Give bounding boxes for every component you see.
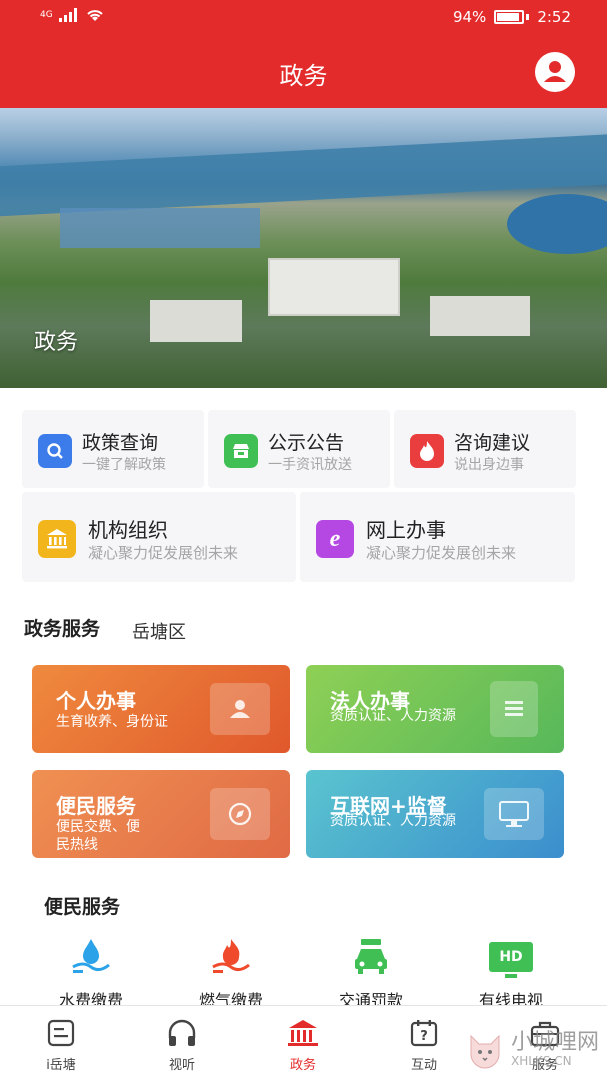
tab-i-yuetang[interactable]: i岳塘 [16,1016,106,1073]
banner-label: 政务 [34,330,79,355]
utility-traffic-fine[interactable]: 交通罚款 [306,935,436,1011]
quick-link-subtitle: 一手资讯放送 [268,457,352,473]
quick-link-title: 咨询建议 [454,432,531,454]
section-title-convenience: 便民服务 [44,896,121,918]
watermark-title: 小城哩网 [510,1030,599,1055]
quick-link-subtitle: 凝心聚力促发展创未来 [88,544,239,562]
profile-button[interactable] [535,52,575,92]
fox-logo-icon [470,1034,500,1069]
watermark-url: XHLKS.CN [510,1054,572,1068]
status-bar: 4G 94% 2:52 [0,0,607,34]
shop-icon [224,434,258,468]
quick-link-announcement[interactable]: 公示公告 一手资讯放送 [208,410,390,488]
search-icon [38,434,72,468]
quick-link-title: 网上办事 [366,518,446,542]
section-title-gov-services: 政务服务 [24,618,101,640]
battery-icon [494,10,525,24]
banner-roofs [60,208,260,248]
battery-percent: 94% [452,8,487,26]
banner-lake [507,194,607,254]
status-left: 4G [40,8,105,22]
institution-icon [38,520,76,558]
service-personal[interactable]: 个人办事 生育收养、身份证 [32,665,290,753]
quick-link-subtitle: 一键了解政策 [82,457,166,473]
hd-badge: HD [499,949,523,965]
service-desc: 便民交费、便民热线 [56,819,140,853]
watermark-text: 小城哩网 XHLKS.CN [510,1030,599,1069]
monitor-icon [484,788,544,840]
quick-link-policy[interactable]: 政策查询 一键了解政策 [22,410,204,488]
app-header: 4G 94% 2:52 政务 [0,0,607,108]
service-desc: 资质认证、人力资源 [330,813,456,829]
utility-cable-tv[interactable]: HD 有线电视 [446,935,576,1011]
service-legal-entity[interactable]: 法人办事 资质认证、人力资源 [306,665,564,753]
question-calendar-icon: ? [379,1016,469,1050]
quick-link-title: 公示公告 [268,432,345,454]
page-title: 政务 [279,62,328,90]
battery-tip [526,14,530,20]
user-icon [536,53,574,91]
home-list-icon [16,1016,106,1050]
water-drop-icon [26,935,156,979]
tab-label: i岳塘 [46,1058,76,1073]
banner-image[interactable]: 政务 [0,108,607,388]
fire-icon [410,434,444,468]
tab-interaction[interactable]: ? 互动 [379,1016,469,1073]
government-building-icon [258,1016,348,1050]
tab-media[interactable]: 视听 [137,1016,227,1073]
headphones-icon [137,1016,227,1050]
clock: 2:52 [537,8,571,26]
service-desc: 生育收养、身份证 [56,714,168,730]
quick-link-consult[interactable]: 咨询建议 说出身边事 [394,410,576,488]
hd-tv-icon: HD [446,935,576,979]
wifi-icon [87,10,103,21]
quick-link-online-affairs[interactable]: e 网上办事 凝心聚力促发展创未来 [300,492,575,582]
car-icon [306,935,436,979]
document-icon [490,681,538,737]
quick-link-subtitle: 说出身边事 [454,457,524,473]
gas-flame-icon [166,935,296,979]
region-selector[interactable]: 岳塘区 [132,618,186,644]
banner-building [150,300,242,342]
service-convenience[interactable]: 便民服务 便民交费、便民热线 [32,770,290,858]
quick-link-organization[interactable]: 机构组织 凝心聚力促发展创未来 [22,492,296,582]
signal-label: 4G [40,10,53,20]
tab-label: 视听 [168,1058,195,1073]
utility-gas[interactable]: 燃气缴费 [166,935,296,1011]
banner-building [430,296,530,336]
service-internet-supervision[interactable]: 互联网+监督 资质认证、人力资源 [306,770,564,858]
service-desc: 资质认证、人力资源 [330,708,456,724]
id-card-icon [210,683,270,735]
tab-label: 互动 [410,1058,437,1073]
banner-building [268,258,400,316]
tab-label: 政务 [289,1058,316,1073]
quick-link-title: 机构组织 [88,518,168,542]
quick-link-title: 政策查询 [82,432,159,454]
watermark: 小城哩网 XHLKS.CN [465,1030,599,1070]
status-right: 94% 2:52 [453,8,571,26]
banner-river [0,131,607,219]
tab-government[interactable]: 政务 [258,1016,348,1073]
service-title: 个人办事 [56,689,136,713]
compass-folder-icon [210,788,270,840]
quick-link-subtitle: 凝心聚力促发展创未来 [366,544,517,562]
service-title: 便民服务 [56,794,136,818]
svg-text:?: ? [420,1029,428,1044]
browser-e-icon: e [316,520,354,558]
signal-icon [58,8,77,22]
utility-water[interactable]: 水费缴费 [26,935,156,1011]
